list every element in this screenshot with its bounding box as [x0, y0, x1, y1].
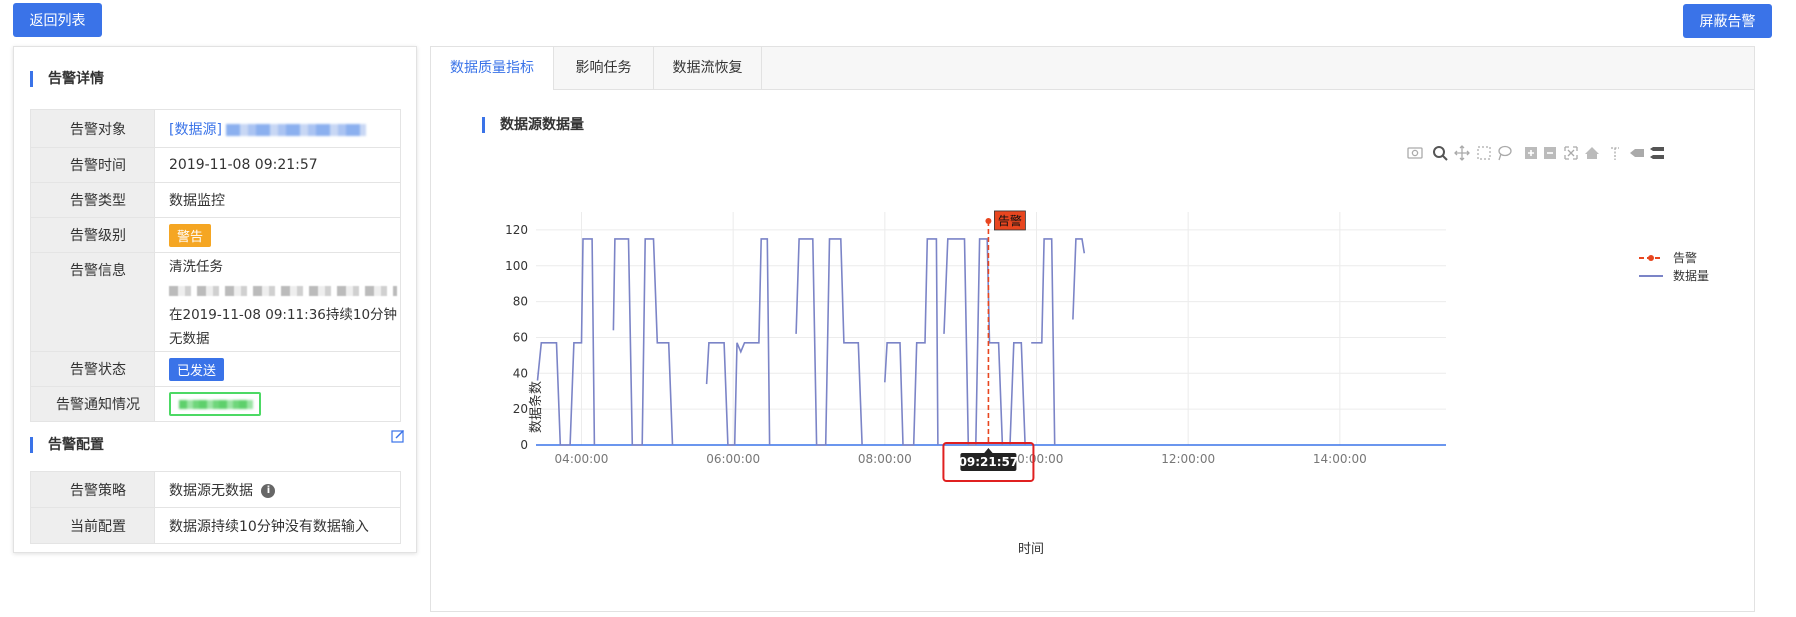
series-line-segment: [884, 238, 939, 446]
hover-closest-icon[interactable]: [1630, 149, 1644, 157]
alarm-config-table: 告警策略 数据源无数据 i 当前配置 数据源持续10分钟没有数据输入: [30, 471, 401, 544]
series-line-segment: [536, 238, 596, 446]
row-alarm-status: 告警状态 已发送: [30, 351, 401, 387]
y-tick-label: 0: [520, 438, 528, 452]
row-alarm-object: 告警对象 [数据源]: [30, 109, 401, 148]
notify-status-box[interactable]: [169, 392, 261, 416]
row-alarm-type: 告警类型 数据监控: [30, 182, 401, 218]
alarm-notify-key: 告警通知情况: [30, 386, 155, 422]
alarm-type-key: 告警类型: [30, 182, 155, 218]
edit-icon[interactable]: [391, 429, 405, 443]
chart-area: 04:00:00 06:00:00 08:00:00 10:00:00 12:00:00…: [505, 145, 1709, 557]
y-tick-label: 100: [505, 259, 528, 273]
alarm-object-key: 告警对象: [30, 109, 155, 148]
alarm-detail-table: 告警对象 [数据源] 告警时间 2019-11-08 09:21:57 告警类型…: [30, 109, 401, 422]
zoom-icon[interactable]: [1433, 146, 1448, 161]
redacted-object-name: [226, 123, 367, 136]
series-line-segment: [943, 238, 1004, 446]
alarm-time-value: 2019-11-08 09:21:57: [154, 147, 401, 183]
series-line-segment: [795, 238, 863, 446]
alarm-status-badge: 已发送: [169, 357, 225, 381]
x-axis-title: 时间: [1018, 542, 1044, 557]
y-axis: 0 20 40 60 80 100 120: [505, 223, 528, 452]
row-alarm-info: 告警信息 清洗任务 在2019-11-08 09:11:36持续10分钟 无数据: [30, 252, 401, 352]
series-line-segment: [705, 238, 771, 446]
alarm-type-value: 数据监控: [154, 182, 401, 218]
y-tick-label: 40: [513, 366, 528, 380]
alarm-detail-title: 告警详情: [30, 69, 104, 89]
chart-legend: 告警 数据量: [1639, 250, 1709, 283]
lasso-select-icon[interactable]: [1498, 145, 1512, 161]
alarm-time-tag: 09:21:57: [959, 455, 1019, 469]
redacted-task-name: [169, 286, 397, 296]
autoscale-icon[interactable]: [1564, 146, 1578, 160]
alarm-detail-panel: 告警详情 告警对象 [数据源] 告警时间 2019-11-08 09:21:57…: [13, 46, 417, 553]
row-current-config: 当前配置 数据源持续10分钟没有数据输入: [30, 507, 401, 544]
current-config-value: 数据源持续10分钟没有数据输入: [154, 507, 401, 544]
alarm-time-key: 告警时间: [30, 147, 155, 183]
x-tick-label: 12:00:00: [1161, 452, 1215, 466]
chart-grid: [536, 212, 1446, 446]
series-line-segment: [1072, 238, 1086, 320]
row-alarm-time: 告警时间 2019-11-08 09:21:57: [30, 147, 401, 183]
legend-item-data-volume[interactable]: 数据量: [1639, 268, 1709, 283]
alarm-level-key: 告警级别: [30, 217, 155, 253]
alarm-strategy-value: 数据源无数据: [169, 482, 253, 499]
series-line-segment: [612, 238, 674, 446]
y-tick-label: 20: [513, 402, 528, 416]
y-tick-label: 80: [513, 295, 528, 309]
back-to-list-button[interactable]: 返回列表: [13, 3, 102, 37]
alarm-info-line1: 清洗任务: [169, 259, 223, 275]
x-tick-label: 08:00:00: [858, 452, 912, 466]
box-select-icon[interactable]: [1477, 146, 1491, 160]
alarm-point[interactable]: [985, 217, 992, 224]
metrics-panel: 数据质量指标 影响任务 数据流恢复 数据源数据量 04:00:00 06:00:0…: [430, 46, 1755, 612]
legend-item-alarm[interactable]: 告警: [1639, 250, 1697, 265]
legend-label-alarm: 告警: [1673, 250, 1697, 265]
row-alarm-notify: 告警通知情况: [30, 386, 401, 422]
y-axis-title: 数据条数: [528, 381, 544, 433]
mask-alarm-button[interactable]: 屏蔽告警: [1683, 4, 1772, 38]
x-tick-label: 06:00:00: [706, 452, 760, 466]
row-alarm-level: 告警级别 警告: [30, 217, 401, 253]
y-tick-label: 60: [513, 330, 528, 344]
alarm-status-key: 告警状态: [30, 351, 155, 387]
hover-compare-icon[interactable]: [1650, 147, 1664, 159]
legend-label-data-volume: 数据量: [1673, 268, 1709, 283]
series-line-segment: [1031, 238, 1056, 446]
alarm-strategy-key: 告警策略: [30, 471, 155, 508]
home-icon[interactable]: [1585, 147, 1599, 159]
alarm-config-title: 告警配置: [30, 435, 104, 455]
spike-lines-icon[interactable]: [1611, 147, 1619, 160]
alarm-info-line4: 无数据: [169, 331, 210, 347]
alarm-level-badge: 警告: [169, 223, 212, 247]
alarm-label: 告警: [998, 213, 1022, 228]
series-line-segment: [1009, 342, 1026, 446]
alarm-info-key: 告警信息: [30, 252, 155, 352]
y-tick-label: 120: [505, 223, 528, 237]
x-tick-label: 04:00:00: [555, 452, 609, 466]
row-alarm-strategy: 告警策略 数据源无数据 i: [30, 471, 401, 508]
current-config-key: 当前配置: [30, 507, 155, 544]
x-tick-label: 14:00:00: [1313, 452, 1367, 466]
zoom-in-icon[interactable]: [1525, 147, 1537, 159]
zoom-out-icon[interactable]: [1544, 147, 1556, 159]
alarm-marker: 告警 09:21:57: [942, 210, 1035, 482]
chart-toolbar: [1407, 145, 1664, 161]
info-icon[interactable]: i: [261, 483, 276, 498]
alarm-info-line3: 在2019-11-08 09:11:36持续10分钟: [169, 307, 398, 323]
series-data-volume: [536, 238, 1086, 446]
pan-icon[interactable]: [1454, 145, 1470, 161]
alarm-object-link[interactable]: [数据源]: [169, 122, 222, 138]
save-image-icon[interactable]: [1407, 147, 1423, 159]
